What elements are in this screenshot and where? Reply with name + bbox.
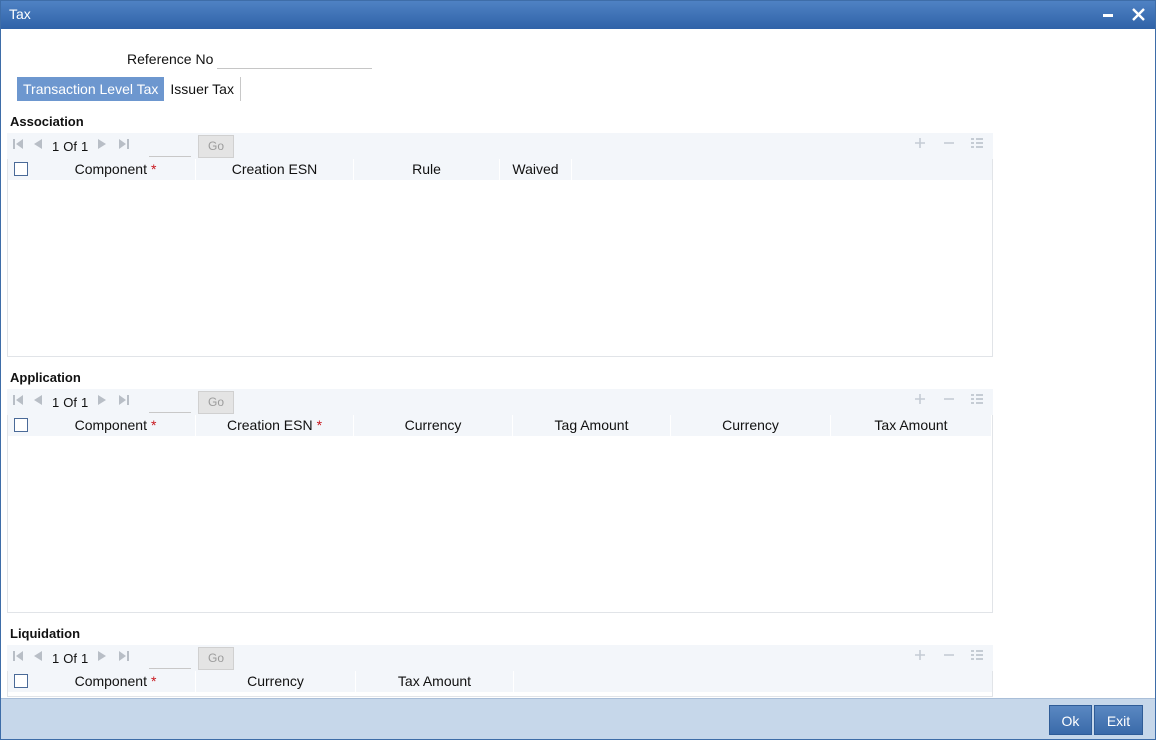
association-title: Association [10,114,84,129]
of-label: Of [63,139,77,154]
column-header-currency: Currency [354,415,513,436]
application-toolbar: 1 Of 1 Go [7,389,993,415]
single-view-icon[interactable] [970,648,984,667]
window-title: Tax [9,6,31,22]
minimize-icon[interactable] [1099,5,1119,25]
delete-row-icon[interactable] [942,136,956,155]
column-header-tax-amount: Tax Amount [831,415,992,436]
total-pages: 1 [80,139,89,154]
column-header-component: Component * [36,415,196,436]
page-number-input[interactable] [149,649,191,669]
first-page-icon[interactable] [13,394,23,409]
next-page-icon[interactable] [98,394,107,409]
ok-button[interactable]: Ok [1049,705,1092,735]
footer-bar: Ok Exit [1,698,1155,739]
liquidation-grid: Component * Currency Tax Amount [7,671,993,697]
delete-row-icon[interactable] [942,392,956,411]
close-icon[interactable] [1129,5,1149,25]
of-label: Of [63,395,77,410]
last-page-icon[interactable] [119,138,129,153]
total-pages: 1 [80,395,89,410]
current-page: 1 [52,139,60,154]
previous-page-icon[interactable] [33,394,42,409]
last-page-icon[interactable] [119,650,129,665]
column-header-component: Component * [36,159,196,180]
current-page: 1 [52,651,60,666]
column-header-tax-amount: Tax Amount [356,671,514,692]
required-marker: * [150,417,157,433]
required-marker: * [150,673,157,689]
association-toolbar: 1 Of 1 Go [7,133,993,159]
liquidation-toolbar: 1 Of 1 Go [7,645,993,671]
add-row-icon[interactable] [913,648,927,667]
column-header-waived: Waived [500,159,572,180]
next-page-icon[interactable] [98,650,107,665]
reference-no-input[interactable] [217,47,372,69]
select-all-checkbox[interactable] [14,418,28,432]
liquidation-grid-header: Component * Currency Tax Amount [8,671,992,692]
select-all-checkbox[interactable] [14,674,28,688]
required-marker: * [150,161,157,177]
go-button[interactable]: Go [198,391,234,414]
page-number-input[interactable] [149,393,191,413]
of-label: Of [63,651,77,666]
column-header-currency: Currency [196,671,356,692]
page-number-input[interactable] [149,137,191,157]
column-header-tag-amount: Tag Amount [513,415,671,436]
first-page-icon[interactable] [13,138,23,153]
required-marker: * [316,417,323,433]
add-row-icon[interactable] [913,392,927,411]
pager-text: 1 Of 1 [52,139,92,154]
column-header-rule: Rule [354,159,500,180]
application-title: Application [10,370,81,385]
previous-page-icon[interactable] [33,138,42,153]
delete-row-icon[interactable] [942,648,956,667]
application-grid-header: Component * Creation ESN * Currency Tag Am… [8,415,992,436]
pager-text: 1 Of 1 [52,395,92,410]
select-all-checkbox[interactable] [14,162,28,176]
association-grid-header: Component * Creation ESN Rule Waived [8,159,992,180]
previous-page-icon[interactable] [33,650,42,665]
column-header-creation-esn: Creation ESN [196,159,354,180]
column-header-component: Component * [36,671,196,692]
title-bar: Tax [1,1,1155,29]
reference-no-label: Reference No [127,51,214,67]
last-page-icon[interactable] [119,394,129,409]
single-view-icon[interactable] [970,392,984,411]
tax-window: Tax Reference No Transaction Level Tax I… [0,0,1156,740]
current-page: 1 [52,395,60,410]
total-pages: 1 [80,651,89,666]
go-button[interactable]: Go [198,135,234,158]
column-header-currency-2: Currency [671,415,831,436]
tab-issuer-tax[interactable]: Issuer Tax [164,77,241,101]
column-header-creation-esn: Creation ESN * [196,415,354,436]
first-page-icon[interactable] [13,650,23,665]
pager-text: 1 Of 1 [52,651,92,666]
add-row-icon[interactable] [913,136,927,155]
exit-button[interactable]: Exit [1094,705,1143,735]
next-page-icon[interactable] [98,138,107,153]
association-grid: Component * Creation ESN Rule Waived [7,159,993,357]
tab-bar: Transaction Level Tax Issuer Tax [17,77,241,101]
tab-transaction-level-tax[interactable]: Transaction Level Tax [17,77,165,101]
single-view-icon[interactable] [970,136,984,155]
liquidation-title: Liquidation [10,626,81,641]
go-button[interactable]: Go [198,647,234,670]
application-grid: Component * Creation ESN * Currency Tag Am… [7,415,993,613]
